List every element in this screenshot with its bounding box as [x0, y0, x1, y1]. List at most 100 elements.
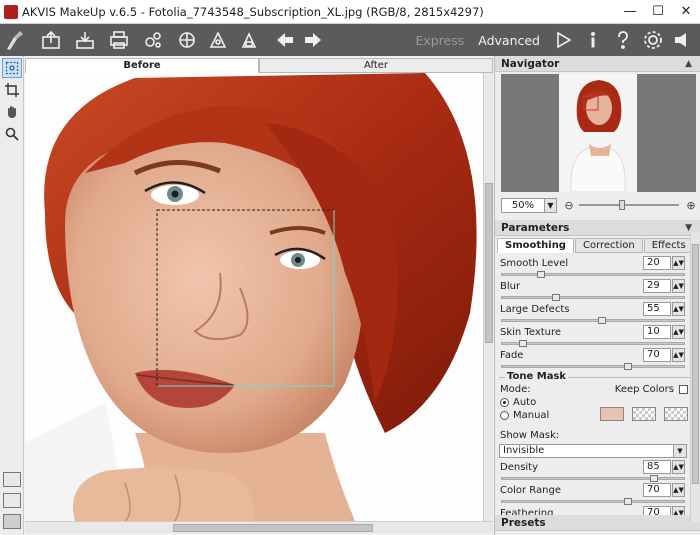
view-single-button[interactable]	[3, 472, 21, 487]
redo-arrow-icon[interactable]	[302, 29, 324, 51]
show-mask-value: Invisible	[503, 445, 545, 456]
title-bar: AKVIS MakeUp v.6.5 - Fotolia_7743548_Sub…	[0, 0, 700, 24]
auto-radio[interactable]	[500, 397, 509, 407]
color-range-field[interactable]: 70	[643, 483, 671, 497]
navigator-title: Navigator	[501, 58, 560, 70]
magnifier-icon	[5, 127, 19, 141]
tone-mask-title: Tone Mask	[505, 371, 569, 382]
manual-row: Manual	[500, 407, 688, 427]
selection-tool[interactable]	[2, 58, 22, 78]
parameters-header[interactable]: Parameters ▼	[495, 220, 700, 236]
blur-slider[interactable]	[501, 294, 685, 301]
tone-mask-group: Tone Mask	[499, 372, 696, 382]
smooth-level-field[interactable]: 20	[643, 256, 671, 270]
color-swatch-1[interactable]	[600, 407, 624, 421]
manual-radio[interactable]	[500, 410, 509, 420]
skin-texture-slider[interactable]	[501, 340, 685, 347]
keep-colors-checkbox[interactable]	[679, 385, 688, 394]
navigator-preview[interactable]	[501, 74, 696, 192]
view-swap-button[interactable]	[3, 493, 21, 508]
navigator-header[interactable]: Navigator ▲	[495, 56, 700, 72]
param-color-range: Color Range 70 ▲▼	[499, 482, 687, 505]
skin-texture-field[interactable]: 10	[643, 325, 671, 339]
main-toolbar: Express Advanced	[0, 24, 700, 56]
spin-arrows-icon[interactable]: ▲▼	[672, 279, 685, 293]
keep-colors-label: Keep Colors	[614, 384, 674, 395]
undo-arrow-icon[interactable]	[274, 29, 296, 51]
param-smooth-level: Smooth Level 20 ▲▼	[499, 255, 687, 278]
blur-field[interactable]: 29	[643, 279, 671, 293]
open-icon[interactable]	[40, 29, 62, 51]
show-mask-select[interactable]: Invisible ▼	[499, 444, 687, 458]
density-slider[interactable]	[501, 475, 685, 482]
mode-row: Mode: Keep Colors	[500, 384, 688, 397]
run-icon[interactable]	[552, 29, 574, 51]
spin-arrows-icon[interactable]: ▲▼	[672, 302, 685, 316]
spin-arrows-icon[interactable]: ▲▼	[672, 325, 685, 339]
collapse-chevron-icon[interactable]: ▲	[685, 56, 692, 72]
panel-scrollbar[interactable]	[690, 232, 700, 522]
show-mask-label: Show Mask:	[500, 430, 560, 441]
batch-icon[interactable]	[142, 29, 164, 51]
spin-arrows-icon[interactable]: ▲▼	[672, 256, 685, 270]
zoom-row: 50% ▼ ⊖ ⊕	[495, 196, 700, 214]
auto-label: Auto	[513, 397, 537, 408]
save-icon[interactable]	[74, 29, 96, 51]
settings-icon[interactable]	[642, 29, 664, 51]
canvas-horizontal-scrollbar[interactable]	[25, 521, 493, 533]
fade-slider[interactable]	[501, 363, 685, 370]
parameters-title: Parameters	[501, 222, 570, 234]
maximize-button[interactable]: ☐	[644, 0, 672, 24]
fade-field[interactable]: 70	[643, 348, 671, 362]
spin-arrows-icon[interactable]: ▲▼	[672, 348, 685, 362]
tab-correction[interactable]: Correction	[574, 238, 643, 253]
hand-tool[interactable]	[2, 102, 22, 122]
minimize-button[interactable]: —	[616, 0, 644, 24]
print-icon[interactable]	[108, 29, 130, 51]
color-swatch-2[interactable]	[632, 407, 656, 421]
tab-after[interactable]: After	[259, 58, 493, 73]
plugin-icon[interactable]	[238, 29, 260, 51]
color-swatch-3[interactable]	[664, 407, 688, 421]
canvas-vertical-scrollbar[interactable]	[483, 73, 493, 521]
hand-icon	[8, 106, 16, 118]
view-color-button[interactable]	[3, 514, 21, 529]
large-defects-slider[interactable]	[501, 317, 685, 324]
brush-logo-icon	[4, 29, 26, 51]
zoom-in-icon[interactable]: ⊕	[685, 199, 697, 212]
zoom-out-icon[interactable]: ⊖	[563, 199, 575, 212]
spin-arrows-icon[interactable]: ▲▼	[672, 483, 685, 497]
news-icon[interactable]	[672, 29, 694, 51]
info-icon[interactable]	[582, 29, 604, 51]
selection-icon	[5, 61, 19, 75]
crop-tool[interactable]	[2, 80, 22, 100]
crop-icon	[5, 83, 19, 97]
share-icon[interactable]	[207, 29, 229, 51]
presets-header[interactable]: Presets	[495, 515, 700, 531]
param-density: Density 85 ▲▼	[499, 459, 687, 482]
chevron-down-icon[interactable]: ▼	[673, 445, 686, 457]
param-blur: Blur 29 ▲▼	[499, 278, 687, 301]
zoom-level-field[interactable]: 50%	[501, 197, 545, 213]
param-large-defects: Large Defects 55 ▲▼	[499, 301, 687, 324]
zoom-slider[interactable]	[579, 200, 679, 210]
tab-smoothing[interactable]: Smoothing	[497, 238, 574, 253]
spin-arrows-icon[interactable]: ▲▼	[672, 460, 685, 474]
view-tabs: Before After	[25, 58, 493, 73]
smoothing-parameters: Smooth Level 20 ▲▼ Blur 29 ▲▼ Large Defe…	[495, 255, 700, 370]
tab-before[interactable]: Before	[25, 58, 259, 73]
smooth-level-slider[interactable]	[501, 271, 685, 278]
close-button[interactable]: ✕	[672, 0, 700, 24]
advanced-mode-button[interactable]: Advanced	[478, 33, 540, 48]
express-mode-button[interactable]: Express	[415, 33, 464, 48]
help-icon[interactable]	[612, 29, 634, 51]
density-field[interactable]: 85	[643, 460, 671, 474]
navigator-thumbnail	[559, 74, 637, 192]
color-range-slider[interactable]	[501, 498, 685, 505]
large-defects-field[interactable]: 55	[643, 302, 671, 316]
zoom-dropdown-button[interactable]: ▼	[545, 197, 557, 213]
tab-effects[interactable]: Effects	[643, 238, 694, 253]
image-canvas[interactable]	[25, 73, 483, 521]
zoom-tool[interactable]	[2, 124, 22, 144]
presets-icon[interactable]	[176, 29, 198, 51]
